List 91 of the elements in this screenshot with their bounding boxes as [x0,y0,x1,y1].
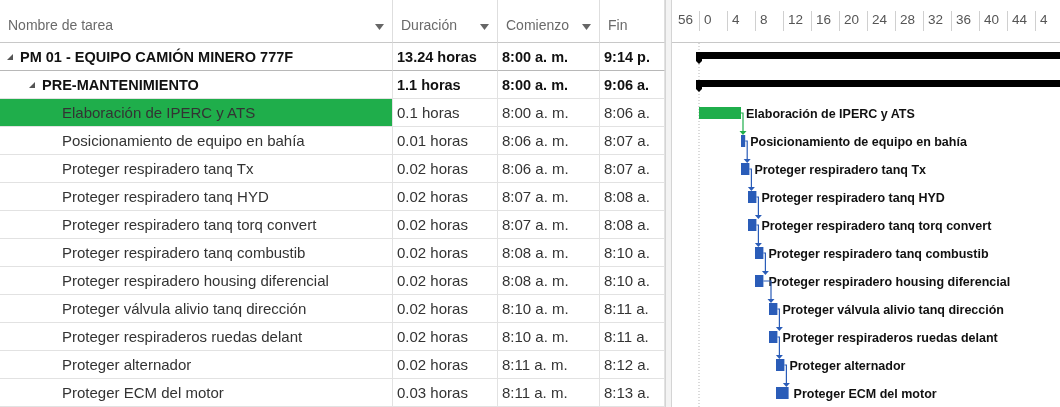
task-bar[interactable] [755,247,764,259]
task-name-cell[interactable]: Proteger válvula alivio tanq dirección [0,295,393,323]
dependency-arrow [743,140,751,163]
table-cell: 1.1 horas [393,71,498,99]
bar-label: Elaboración de IPERC y ATS [746,107,915,121]
timescale-label: 20 [844,12,860,27]
dependency-arrow [754,196,762,219]
table-cell: 8:10 a. m. [498,323,600,351]
timescale-label: 16 [816,12,832,27]
column-header: Comienzo [506,17,570,33]
timescale-label: 40 [984,12,1000,27]
task-bar[interactable] [741,135,746,147]
timescale-label: 4 [1040,12,1048,27]
task-name-cell[interactable]: Proteger respiradero tanq torq convert [0,211,393,239]
table-cell: 0.1 horas [393,99,498,127]
table-cell: 0.02 horas [393,183,498,211]
table-cell: 8:08 a. m. [498,239,600,267]
dropdown-arrow-icon[interactable] [375,24,384,30]
task-name-cell[interactable]: Proteger respiradero tanq combustib [0,239,393,267]
timescale-label: 36 [956,12,972,27]
task-name-cell[interactable]: Elaboración de IPERC y ATS [0,99,393,127]
timescale-label: 12 [788,12,804,27]
dependency-arrow [782,364,790,387]
dropdown-arrow-icon[interactable] [480,24,489,30]
timescale-label: 56 [678,12,694,27]
column-header: Duración [401,17,458,33]
task-bar[interactable] [741,163,750,175]
task-name-cell[interactable]: Proteger respiraderos ruedas delant [0,323,393,351]
task-name-cell[interactable]: Posicionamiento de equipo en bahía [0,127,393,155]
bar-label: Proteger ECM del motor [793,387,937,401]
collapse-triangle-icon[interactable] [28,80,36,89]
table-cell: 8:10 a. m. [498,295,600,323]
task-name-cell[interactable]: Proteger respiradero tanq HYD [0,183,393,211]
column-header: Nombre de tarea [8,17,114,33]
table-cell: 8:07 a. m. [498,211,600,239]
table-cell: 0.02 horas [393,155,498,183]
timescale-label: 32 [928,12,944,27]
bar-label: Proteger respiradero tanq torq convert [761,219,992,233]
timescale-label: 0 [704,12,712,27]
bar-label: Proteger respiradero housing diferencial [768,275,1011,289]
dependency-arrow [747,168,755,191]
table-cell: 0.02 horas [393,323,498,351]
table-cell: 8:06 a. m. [498,127,600,155]
table-cell: 8:00 a. m. [498,71,600,99]
bar-label: Proteger válvula alivio tanq dirección [782,303,1004,317]
dependency-arrow [761,252,769,275]
table-cell: 0.01 horas [393,127,498,155]
task-name-cell[interactable]: Proteger ECM del motor [0,379,393,407]
table-cell: 8:07 a. m. [498,183,600,211]
bar-label: Proteger respiraderos ruedas delant [782,331,998,345]
task-bar[interactable] [769,331,778,343]
dependency-arrow [775,308,783,331]
task-bar[interactable] [776,359,785,371]
bar-label: Proteger respiradero tanq HYD [761,191,945,205]
task-bar[interactable] [748,219,757,231]
bar-label: Proteger respiradero tanq combustib [768,247,989,261]
task-bar[interactable] [748,191,757,203]
table-cell: 13.24 horas [393,43,498,71]
bar-label: Proteger respiradero tanq Tx [754,163,926,177]
table-cell: 0.02 horas [393,295,498,323]
task-bar[interactable] [769,303,778,315]
table-cell: 8:06 a. m. [498,155,600,183]
timescale-label: 44 [1012,12,1028,27]
task-name-cell[interactable]: PM 01 - EQUIPO CAMIÓN MINERO 777F [0,43,393,71]
table-cell: 8:11 a. m. [498,351,600,379]
task-name-cell[interactable]: Proteger alternador [0,351,393,379]
bar-label: Proteger alternador [789,359,906,373]
dropdown-arrow-icon[interactable] [582,24,591,30]
task-bar[interactable] [755,275,764,287]
collapse-triangle-icon[interactable] [6,52,14,61]
timescale-label: 4 [732,12,740,27]
table-cell: 0.02 horas [393,267,498,295]
dependency-arrow [775,336,783,359]
dependency-arrow [739,112,747,135]
table-cell: 8:11 a. m. [498,379,600,407]
column-header: Fin [608,17,628,33]
table-cell: 8:08 a. m. [498,267,600,295]
table-cell: 8:00 a. m. [498,99,600,127]
table-cell: 0.02 horas [393,239,498,267]
table-cell: 0.02 horas [393,351,498,379]
task-bar[interactable] [776,387,789,399]
task-name-cell[interactable]: Proteger respiradero tanq Tx [0,155,393,183]
dependency-arrow [754,224,762,247]
timescale-label: 8 [760,12,768,27]
table-cell: 0.03 horas [393,379,498,407]
table-cell: 8:00 a. m. [498,43,600,71]
timescale-label: 28 [900,12,916,27]
task-name-cell[interactable]: Proteger respiradero housing diferencial [0,267,393,295]
bar-label: Posicionamiento de equipo en bahía [750,135,967,149]
timescale-label: 24 [872,12,888,27]
table-cell: 0.02 horas [393,211,498,239]
